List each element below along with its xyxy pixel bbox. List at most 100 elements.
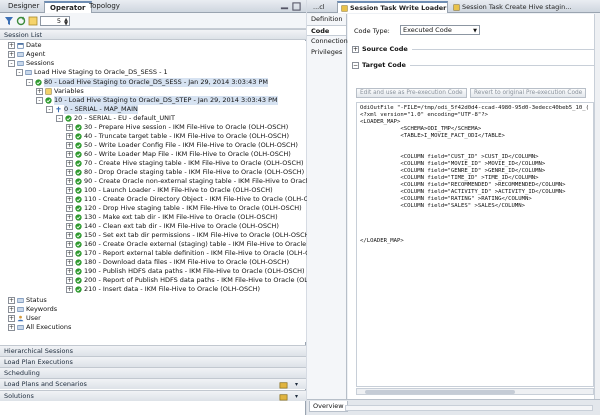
tree-node[interactable]: - Sessions	[8, 59, 54, 68]
chevron-down-icon[interactable]: ▾	[295, 379, 298, 390]
revert-pre-execution-button[interactable]: Revert to original Pre-execution Code	[470, 88, 587, 98]
expand-icon[interactable]: +	[66, 268, 73, 275]
tree-node[interactable]: +50 - Write Loader Config File - IKM Fil…	[66, 141, 298, 150]
expand-icon[interactable]: +	[8, 42, 15, 49]
tree-node[interactable]: + Agent	[8, 50, 45, 59]
expand-icon[interactable]: +	[66, 142, 73, 149]
tree-node[interactable]: +110 - Create Oracle Directory Object - …	[66, 195, 325, 204]
collapse-icon[interactable]: -	[26, 79, 33, 86]
expand-icon[interactable]: +	[66, 259, 73, 266]
tab-session-task-write-loader-map[interactable]: Session Task Write Loader Map File	[337, 1, 448, 13]
tree-node[interactable]: +140 - Clean ext tab dir - IKM File-Hive…	[66, 222, 279, 231]
side-tab-definition[interactable]: Definition	[307, 14, 346, 25]
collapse-icon[interactable]: -	[16, 69, 23, 76]
tree-node[interactable]: +150 - Set ext tab dir permissions - IKM…	[66, 231, 312, 240]
tree-node[interactable]: + Variables	[36, 87, 84, 96]
maximize-icon[interactable]	[292, 2, 301, 11]
expand-icon[interactable]: +	[66, 286, 73, 293]
schedule-icon[interactable]	[28, 16, 38, 26]
tab-overview[interactable]: Overview	[309, 401, 348, 412]
section-load-plans-and-scenarios[interactable]: Load Plans and Scenarios ▾	[0, 378, 306, 389]
expand-icon[interactable]: +	[8, 306, 15, 313]
tab-topology[interactable]: Topology	[84, 1, 125, 13]
collapse-icon[interactable]: −	[352, 62, 359, 69]
tree-node[interactable]: +170 - Report external table definition …	[66, 249, 326, 258]
tree-node[interactable]: +120 - Drop Hive staging table - IKM Fil…	[66, 204, 302, 213]
toolbox-icon[interactable]	[279, 380, 288, 389]
minimize-icon[interactable]	[280, 2, 289, 11]
refresh-count-stepper[interactable]: 5 ▲ ▼	[40, 16, 70, 27]
bottom-horizontal-scrollbar[interactable]	[345, 405, 593, 411]
tree-node[interactable]: - 0 - SERIAL - MAP_MAIN	[46, 105, 138, 114]
target-code-text[interactable]: OdiOutFile "-FILE=/tmp/odi_5f42d0d4-ccad…	[356, 102, 594, 387]
refresh-icon[interactable]	[16, 16, 26, 26]
side-tab-privileges[interactable]: Privileges	[307, 47, 346, 58]
editor-vertical-scrollbar[interactable]	[594, 14, 600, 399]
section-load-plan-executions[interactable]: Load Plan Executions	[0, 356, 306, 367]
tree-node[interactable]: + Keywords	[8, 305, 57, 314]
tree-node[interactable]: + All Executions	[8, 323, 71, 332]
expand-icon[interactable]: +	[66, 205, 73, 212]
tree-node[interactable]: - 10 - Load Hive Staging to Oracle_DS_STE…	[36, 96, 278, 105]
collapse-icon[interactable]: -	[8, 60, 15, 67]
expand-icon[interactable]: +	[8, 315, 15, 322]
tree-node[interactable]: +30 - Prepare Hive session - IKM File-Hi…	[66, 123, 288, 132]
tree-node[interactable]: +70 - Create Hive staging table - IKM Fi…	[66, 159, 304, 168]
tab-previous-session[interactable]: ...cl	[310, 1, 336, 13]
code-horizontal-scrollbar[interactable]	[356, 388, 594, 395]
tree-node[interactable]: + Date	[8, 41, 42, 50]
session-list-header[interactable]: Session List	[0, 29, 306, 40]
expand-icon[interactable]: +	[66, 223, 73, 230]
tree-node[interactable]: +100 - Launch Loader - IKM File-Hive to …	[66, 186, 273, 195]
expand-icon[interactable]: +	[36, 88, 43, 95]
code-type-select[interactable]: Executed Code ▼	[400, 25, 480, 35]
expand-icon[interactable]: +	[66, 151, 73, 158]
expand-icon[interactable]: +	[66, 214, 73, 221]
tree-node[interactable]: +130 - Make ext tab dir - IKM File-Hive …	[66, 213, 278, 222]
expand-icon[interactable]: +	[66, 160, 73, 167]
collapse-icon[interactable]: -	[36, 97, 43, 104]
toolbox-icon[interactable]	[279, 392, 288, 401]
section-solutions[interactable]: Solutions ▾	[0, 390, 306, 401]
tree-node[interactable]: +160 - Create Oracle external (staging) …	[66, 240, 348, 249]
tree-node[interactable]: - 20 - SERIAL - EU - default_UNIT	[56, 114, 175, 123]
collapse-icon[interactable]: -	[56, 115, 63, 122]
tree-node[interactable]: - 80 - Load Hive Staging to Oracle_DS_SES…	[26, 78, 268, 87]
expand-icon[interactable]: +	[66, 124, 73, 131]
expand-icon[interactable]: +	[8, 324, 15, 331]
tree-node[interactable]: - Load Hive Staging to Oracle_DS_SESS - 1	[16, 68, 168, 77]
expand-icon[interactable]: +	[66, 241, 73, 248]
tab-designer[interactable]: Designer	[3, 1, 44, 13]
edit-pre-execution-button[interactable]: Edit and use as Pre-execution Code	[356, 88, 467, 98]
expand-icon[interactable]: +	[66, 277, 73, 284]
expand-icon[interactable]: +	[66, 169, 73, 176]
expand-icon[interactable]: +	[8, 297, 15, 304]
section-hierarchical-sessions[interactable]: Hierarchical Sessions	[0, 345, 306, 356]
expand-icon[interactable]: +	[66, 133, 73, 140]
tab-session-task-create-hive[interactable]: Session Task Create Hive stagin...	[450, 1, 600, 13]
expand-icon[interactable]: +	[66, 232, 73, 239]
tree-node[interactable]: + User	[8, 314, 41, 323]
tree-node[interactable]: +60 - Write Loader Map File - IKM File-H…	[66, 150, 291, 159]
tree-node[interactable]: +190 - Publish HDFS data paths - IKM Fil…	[66, 267, 305, 276]
expand-icon[interactable]: +	[8, 51, 15, 58]
chevron-down-icon[interactable]: ▾	[295, 391, 298, 402]
filter-icon[interactable]	[4, 16, 14, 26]
side-tab-connection[interactable]: Connection	[307, 36, 348, 47]
tree-node[interactable]: +210 - Insert data - IKM File-Hive to Or…	[66, 285, 260, 294]
expand-icon[interactable]: +	[66, 178, 73, 185]
tree-node[interactable]: +180 - Download data files - IKM File-Hi…	[66, 258, 289, 267]
tree-node[interactable]: +200 - Report of Publish HDFS data paths…	[66, 276, 337, 285]
target-code-section[interactable]: − Target Code	[352, 60, 594, 71]
source-code-section[interactable]: + Source Code	[352, 44, 594, 55]
expand-icon[interactable]: +	[66, 196, 73, 203]
side-tab-code[interactable]: Code	[307, 25, 346, 36]
expand-icon[interactable]: +	[66, 187, 73, 194]
tree-node[interactable]: +80 - Drop Oracle staging table - IKM Fi…	[66, 168, 304, 177]
expand-icon[interactable]: +	[352, 46, 359, 53]
expand-icon[interactable]: +	[66, 250, 73, 257]
section-scheduling[interactable]: Scheduling	[0, 367, 306, 378]
tree-node[interactable]: +40 - Truncate target table - IKM File-H…	[66, 132, 289, 141]
collapse-icon[interactable]: -	[46, 106, 53, 113]
tree-node[interactable]: + Status	[8, 296, 47, 305]
